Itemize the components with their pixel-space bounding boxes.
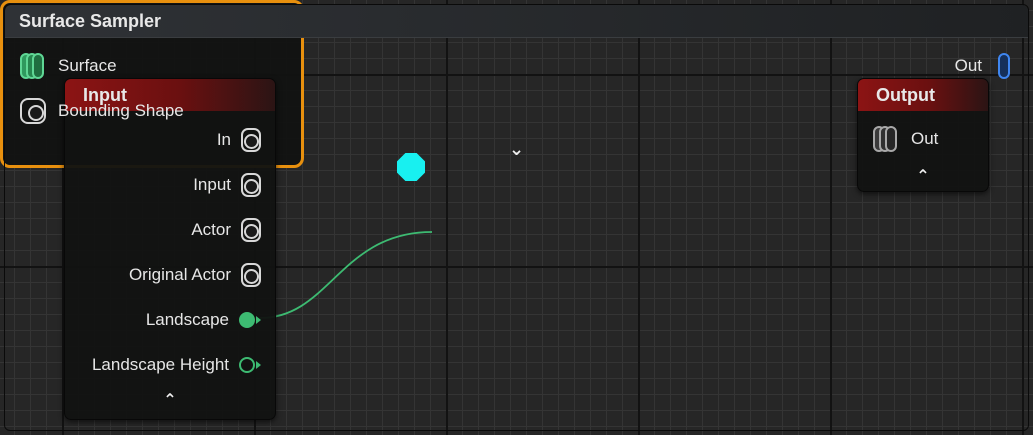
output-data-stack-icon[interactable] — [873, 124, 897, 154]
pin-port-icon[interactable] — [20, 98, 46, 124]
output-node-title: Output — [876, 85, 935, 105]
pin-surface[interactable]: Surface — [20, 51, 117, 81]
pin-output-out-label: Out — [911, 129, 939, 148]
graph-canvas[interactable]: Input In Input Actor Original Actor Land… — [0, 0, 1033, 435]
expand-chevron-down-icon[interactable]: ⌄ — [507, 140, 527, 158]
pin-output-out[interactable]: Out — [873, 124, 938, 154]
surface-sampler-title: Surface Sampler — [19, 11, 162, 31]
surface-sampler-header[interactable]: Surface Sampler — [5, 5, 1028, 38]
output-node[interactable]: Output Out ⌃ — [857, 78, 989, 192]
pin-out[interactable]: Out — [955, 51, 1012, 81]
surface-sampler-body: Surface Sampler Surface Out Bounding Sha… — [4, 4, 1029, 431]
collapse-chevron-up-icon[interactable]: ⌃ — [913, 169, 933, 185]
execution-pin-icon[interactable] — [397, 153, 425, 181]
pin-bounding-shape-label: Bounding Shape — [58, 101, 184, 120]
pin-bounding-shape[interactable]: Bounding Shape — [20, 96, 184, 126]
output-node-header[interactable]: Output — [858, 79, 988, 111]
surface-sampler-node[interactable]: Surface Sampler Surface Out Bounding Sha… — [0, 0, 1029, 431]
pin-surface-label: Surface — [58, 56, 117, 75]
point-data-stack-icon[interactable] — [20, 51, 44, 81]
pin-out-label: Out — [954, 56, 982, 75]
output-stack-icon[interactable] — [996, 51, 1012, 81]
